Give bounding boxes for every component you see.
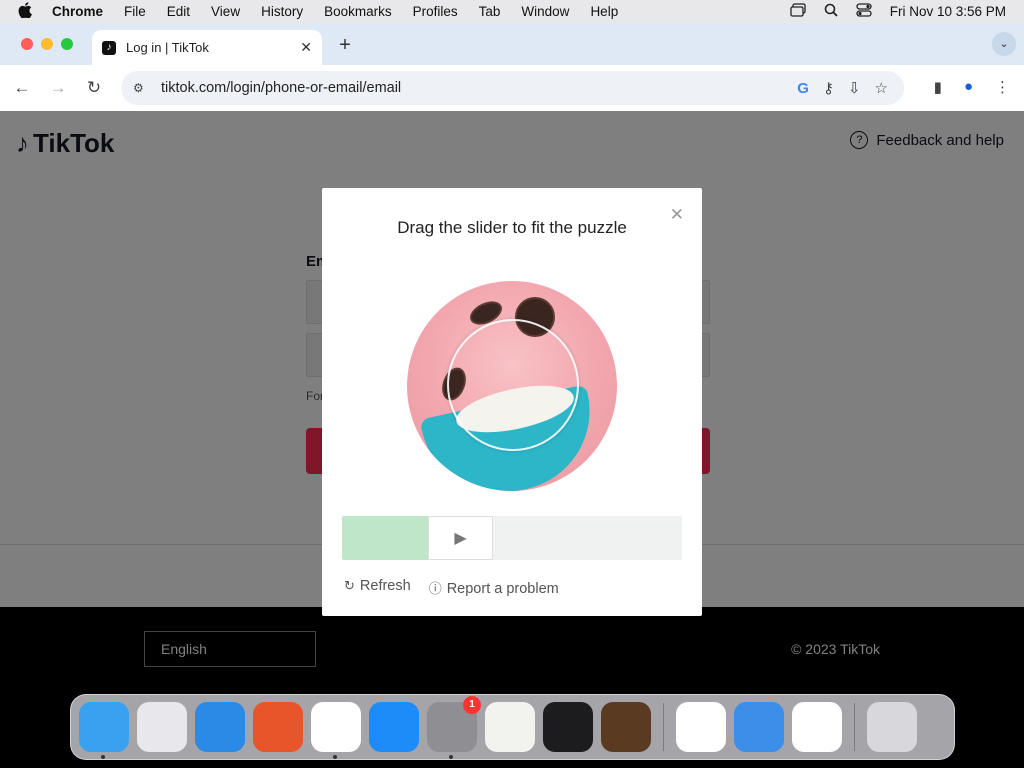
report-problem-button[interactable]: ⓘ Report a problem — [429, 578, 559, 597]
launchpad-icon[interactable] — [137, 702, 187, 752]
dock-separator — [663, 703, 664, 751]
control-center-icon[interactable] — [856, 3, 872, 20]
google-icon[interactable]: G — [797, 80, 809, 97]
window-controls — [21, 38, 73, 50]
browser-toolbar: ← → ↻ ⚙ tiktok.com/login/phone-or-email/… — [0, 65, 1024, 111]
tab-title: Log in | TikTok — [126, 40, 209, 55]
menu-chrome[interactable]: Chrome — [52, 4, 103, 19]
refresh-icon: ↻ — [344, 578, 355, 593]
tab-search-button[interactable]: ⌄ — [992, 32, 1016, 56]
arrow-right-icon: ▶ — [454, 530, 467, 547]
captcha-dialog: Drag the slider to fit the puzzle ✕ ▶ ↻ R… — [322, 188, 702, 616]
menu-file[interactable]: File — [124, 4, 146, 19]
reload-icon[interactable]: ↻ — [84, 78, 104, 98]
system-settings-icon[interactable]: 1 — [427, 696, 481, 759]
tab-strip: ♪ Log in | TikTok ✕ + ⌄ — [0, 23, 1024, 65]
menu-history[interactable]: History — [261, 4, 303, 19]
terminal-icon[interactable] — [543, 702, 593, 752]
running-indicator — [449, 755, 453, 759]
refresh-label: Refresh — [359, 578, 411, 594]
menubar-clock[interactable]: Fri Nov 10 3:56 PM — [890, 4, 1006, 19]
macos-menubar: Chrome File Edit View History Bookmarks … — [0, 0, 1024, 23]
puzzle-piece — [447, 319, 579, 451]
menu-edit[interactable]: Edit — [167, 4, 190, 19]
app-store-icon[interactable] — [369, 702, 419, 752]
install-app-icon[interactable]: ⇩ — [848, 79, 861, 97]
dock-separator — [854, 703, 855, 751]
trash-icon[interactable] — [867, 702, 917, 752]
macos-dock: 1 — [70, 694, 955, 760]
menu-help[interactable]: Help — [590, 4, 618, 19]
menu-profiles[interactable]: Profiles — [413, 4, 458, 19]
garageband-icon[interactable] — [601, 702, 651, 752]
textedit-icon[interactable] — [485, 702, 535, 752]
back-icon[interactable]: ← — [12, 78, 32, 98]
slider-handle[interactable]: ▶ — [428, 516, 493, 560]
menu-window[interactable]: Window — [521, 4, 569, 19]
chrome-icon[interactable] — [311, 702, 361, 759]
running-indicator — [101, 755, 105, 759]
safari-icon[interactable] — [195, 702, 245, 752]
minimize-window-button[interactable] — [41, 38, 53, 50]
menu-tab[interactable]: Tab — [479, 4, 501, 19]
slider-track[interactable]: ▶ — [342, 516, 682, 560]
running-indicator — [333, 755, 337, 759]
close-tab-icon[interactable]: ✕ — [300, 39, 312, 56]
apple-icon[interactable] — [18, 2, 34, 21]
tiktok-favicon-icon: ♪ — [102, 40, 116, 55]
address-bar[interactable]: ⚙ tiktok.com/login/phone-or-email/email … — [121, 71, 904, 105]
bookmark-star-icon[interactable]: ☆ — [875, 79, 888, 97]
tab-tiktok-login[interactable]: ♪ Log in | TikTok ✕ — [92, 30, 322, 65]
password-key-icon[interactable]: ⚷ — [823, 79, 834, 97]
menu-view[interactable]: View — [211, 4, 240, 19]
captcha-title: Drag the slider to fit the puzzle — [397, 218, 627, 237]
captcha-actions: ↻ Refresh ⓘ Report a problem — [344, 578, 559, 597]
close-window-button[interactable] — [21, 38, 33, 50]
chrome-menu-icon[interactable]: ⋮ — [995, 78, 1010, 96]
side-panel-icon[interactable]: ▮ — [934, 78, 942, 96]
new-tab-button[interactable]: + — [334, 34, 356, 57]
finder-icon[interactable] — [79, 702, 129, 759]
report-label: Report a problem — [446, 581, 559, 597]
notification-badge: 1 — [463, 696, 481, 714]
profile-avatar-icon[interactable]: ● — [964, 78, 973, 96]
weather-icon[interactable] — [734, 702, 784, 752]
slider-fill — [342, 516, 428, 560]
spotlight-search-icon[interactable] — [824, 3, 838, 20]
info-icon: ⓘ — [428, 581, 442, 596]
zoom-window-button[interactable] — [61, 38, 73, 50]
firefox-icon[interactable] — [253, 702, 303, 752]
close-icon[interactable]: ✕ — [670, 205, 684, 225]
window-switcher-icon[interactable] — [790, 3, 806, 20]
screen-sharing-icon[interactable] — [792, 702, 842, 752]
vscode-icon[interactable] — [676, 702, 726, 752]
puzzle-image — [407, 281, 617, 491]
site-info-icon[interactable]: ⚙ — [133, 81, 151, 95]
menu-bookmarks[interactable]: Bookmarks — [324, 4, 392, 19]
refresh-button[interactable]: ↻ Refresh — [344, 578, 411, 597]
url-text[interactable]: tiktok.com/login/phone-or-email/email — [161, 80, 401, 96]
forward-icon[interactable]: → — [48, 78, 68, 98]
